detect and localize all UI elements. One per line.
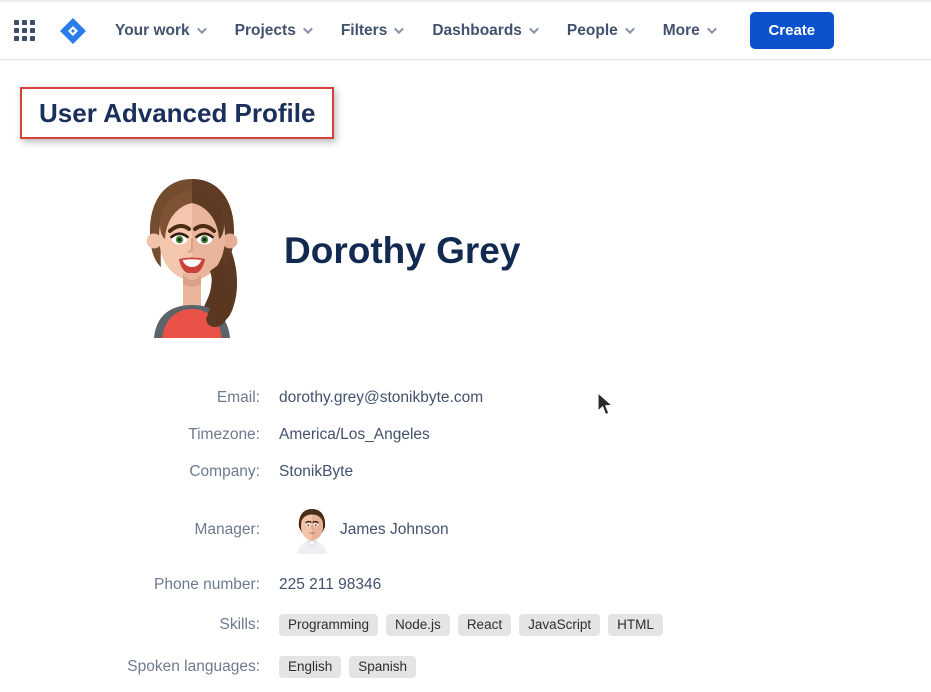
jira-logo[interactable] xyxy=(58,16,88,46)
page-title-box: User Advanced Profile xyxy=(20,87,335,139)
field-value: 225 211 98346 xyxy=(279,576,382,593)
field-value: StonikByte xyxy=(279,463,354,480)
nav-item-dashboards[interactable]: Dashboards xyxy=(432,21,539,40)
user-name: Dorothy Grey xyxy=(284,230,521,271)
chevron-down-icon xyxy=(624,24,635,35)
field-row-company: Company: StonikByte xyxy=(0,463,353,481)
field-label: Company: xyxy=(189,463,260,480)
field-row-email: Email: dorothy.grey@stonikbyte.com xyxy=(0,389,483,407)
field-row-languages: Spoken languages: English Spanish xyxy=(0,656,417,678)
skill-badge: Node.js xyxy=(386,614,450,636)
nav-item-filters[interactable]: Filters xyxy=(340,21,405,40)
skill-badge: HTML xyxy=(608,614,663,636)
field-value: America/Los_Angeles xyxy=(279,426,430,443)
nav-item-people[interactable]: People xyxy=(566,21,635,40)
chevron-down-icon xyxy=(394,24,405,35)
skill-badge: React xyxy=(457,614,512,636)
chevron-down-icon xyxy=(528,24,539,35)
field-row-skills: Skills: Programming Node.js React JavaSc… xyxy=(0,614,663,636)
skill-badge: JavaScript xyxy=(519,614,601,636)
nav-item-label: Your work xyxy=(115,21,190,39)
nav-item-label: Projects xyxy=(234,21,296,39)
nav-item-label: Dashboards xyxy=(432,21,522,39)
app-grid-icon xyxy=(14,19,35,41)
user-avatar xyxy=(146,179,238,338)
field-label: Skills: xyxy=(219,616,260,633)
manager-avatar xyxy=(297,508,327,554)
nav-item-label: Filters xyxy=(340,21,388,39)
nav-item-projects[interactable]: Projects xyxy=(234,21,313,40)
field-row-phone: Phone number: 225 211 98346 xyxy=(0,576,381,594)
field-value: James Johnson xyxy=(340,521,449,538)
chevron-down-icon xyxy=(706,24,717,35)
chevron-down-icon xyxy=(302,24,313,35)
skill-badge: Programming xyxy=(279,614,379,636)
jira-logo-icon xyxy=(60,17,86,44)
field-label: Manager: xyxy=(194,521,260,538)
field-row-timezone: Timezone: America/Los_Angeles xyxy=(0,426,430,444)
app-switcher-button[interactable] xyxy=(10,16,40,46)
field-label: Email: xyxy=(216,389,260,406)
field-value: dorothy.grey@stonikbyte.com xyxy=(279,389,484,406)
language-badges: English Spanish xyxy=(279,656,417,678)
field-label: Timezone: xyxy=(188,426,260,443)
field-row-manager: Manager: James Johnson xyxy=(0,506,449,554)
language-badge: English xyxy=(279,656,342,678)
nav-item-more[interactable]: More xyxy=(662,21,717,40)
mouse-cursor-icon xyxy=(597,392,614,416)
skills-badges: Programming Node.js React JavaScript HTM… xyxy=(279,614,663,636)
language-badge: Spanish xyxy=(349,656,417,678)
nav-item-your-work[interactable]: Your work xyxy=(115,21,207,40)
nav-item-label: People xyxy=(566,21,618,39)
nav-item-label: More xyxy=(662,21,700,39)
nav-menu: Your work Projects Filters Dashboards Pe… xyxy=(115,21,717,40)
top-nav: Your work Projects Filters Dashboards Pe… xyxy=(0,2,931,60)
field-label: Spoken languages: xyxy=(127,658,260,675)
field-label: Phone number: xyxy=(154,576,260,593)
page-title: User Advanced Profile xyxy=(39,97,316,128)
chevron-down-icon xyxy=(196,24,207,35)
create-button[interactable]: Create xyxy=(749,12,834,49)
